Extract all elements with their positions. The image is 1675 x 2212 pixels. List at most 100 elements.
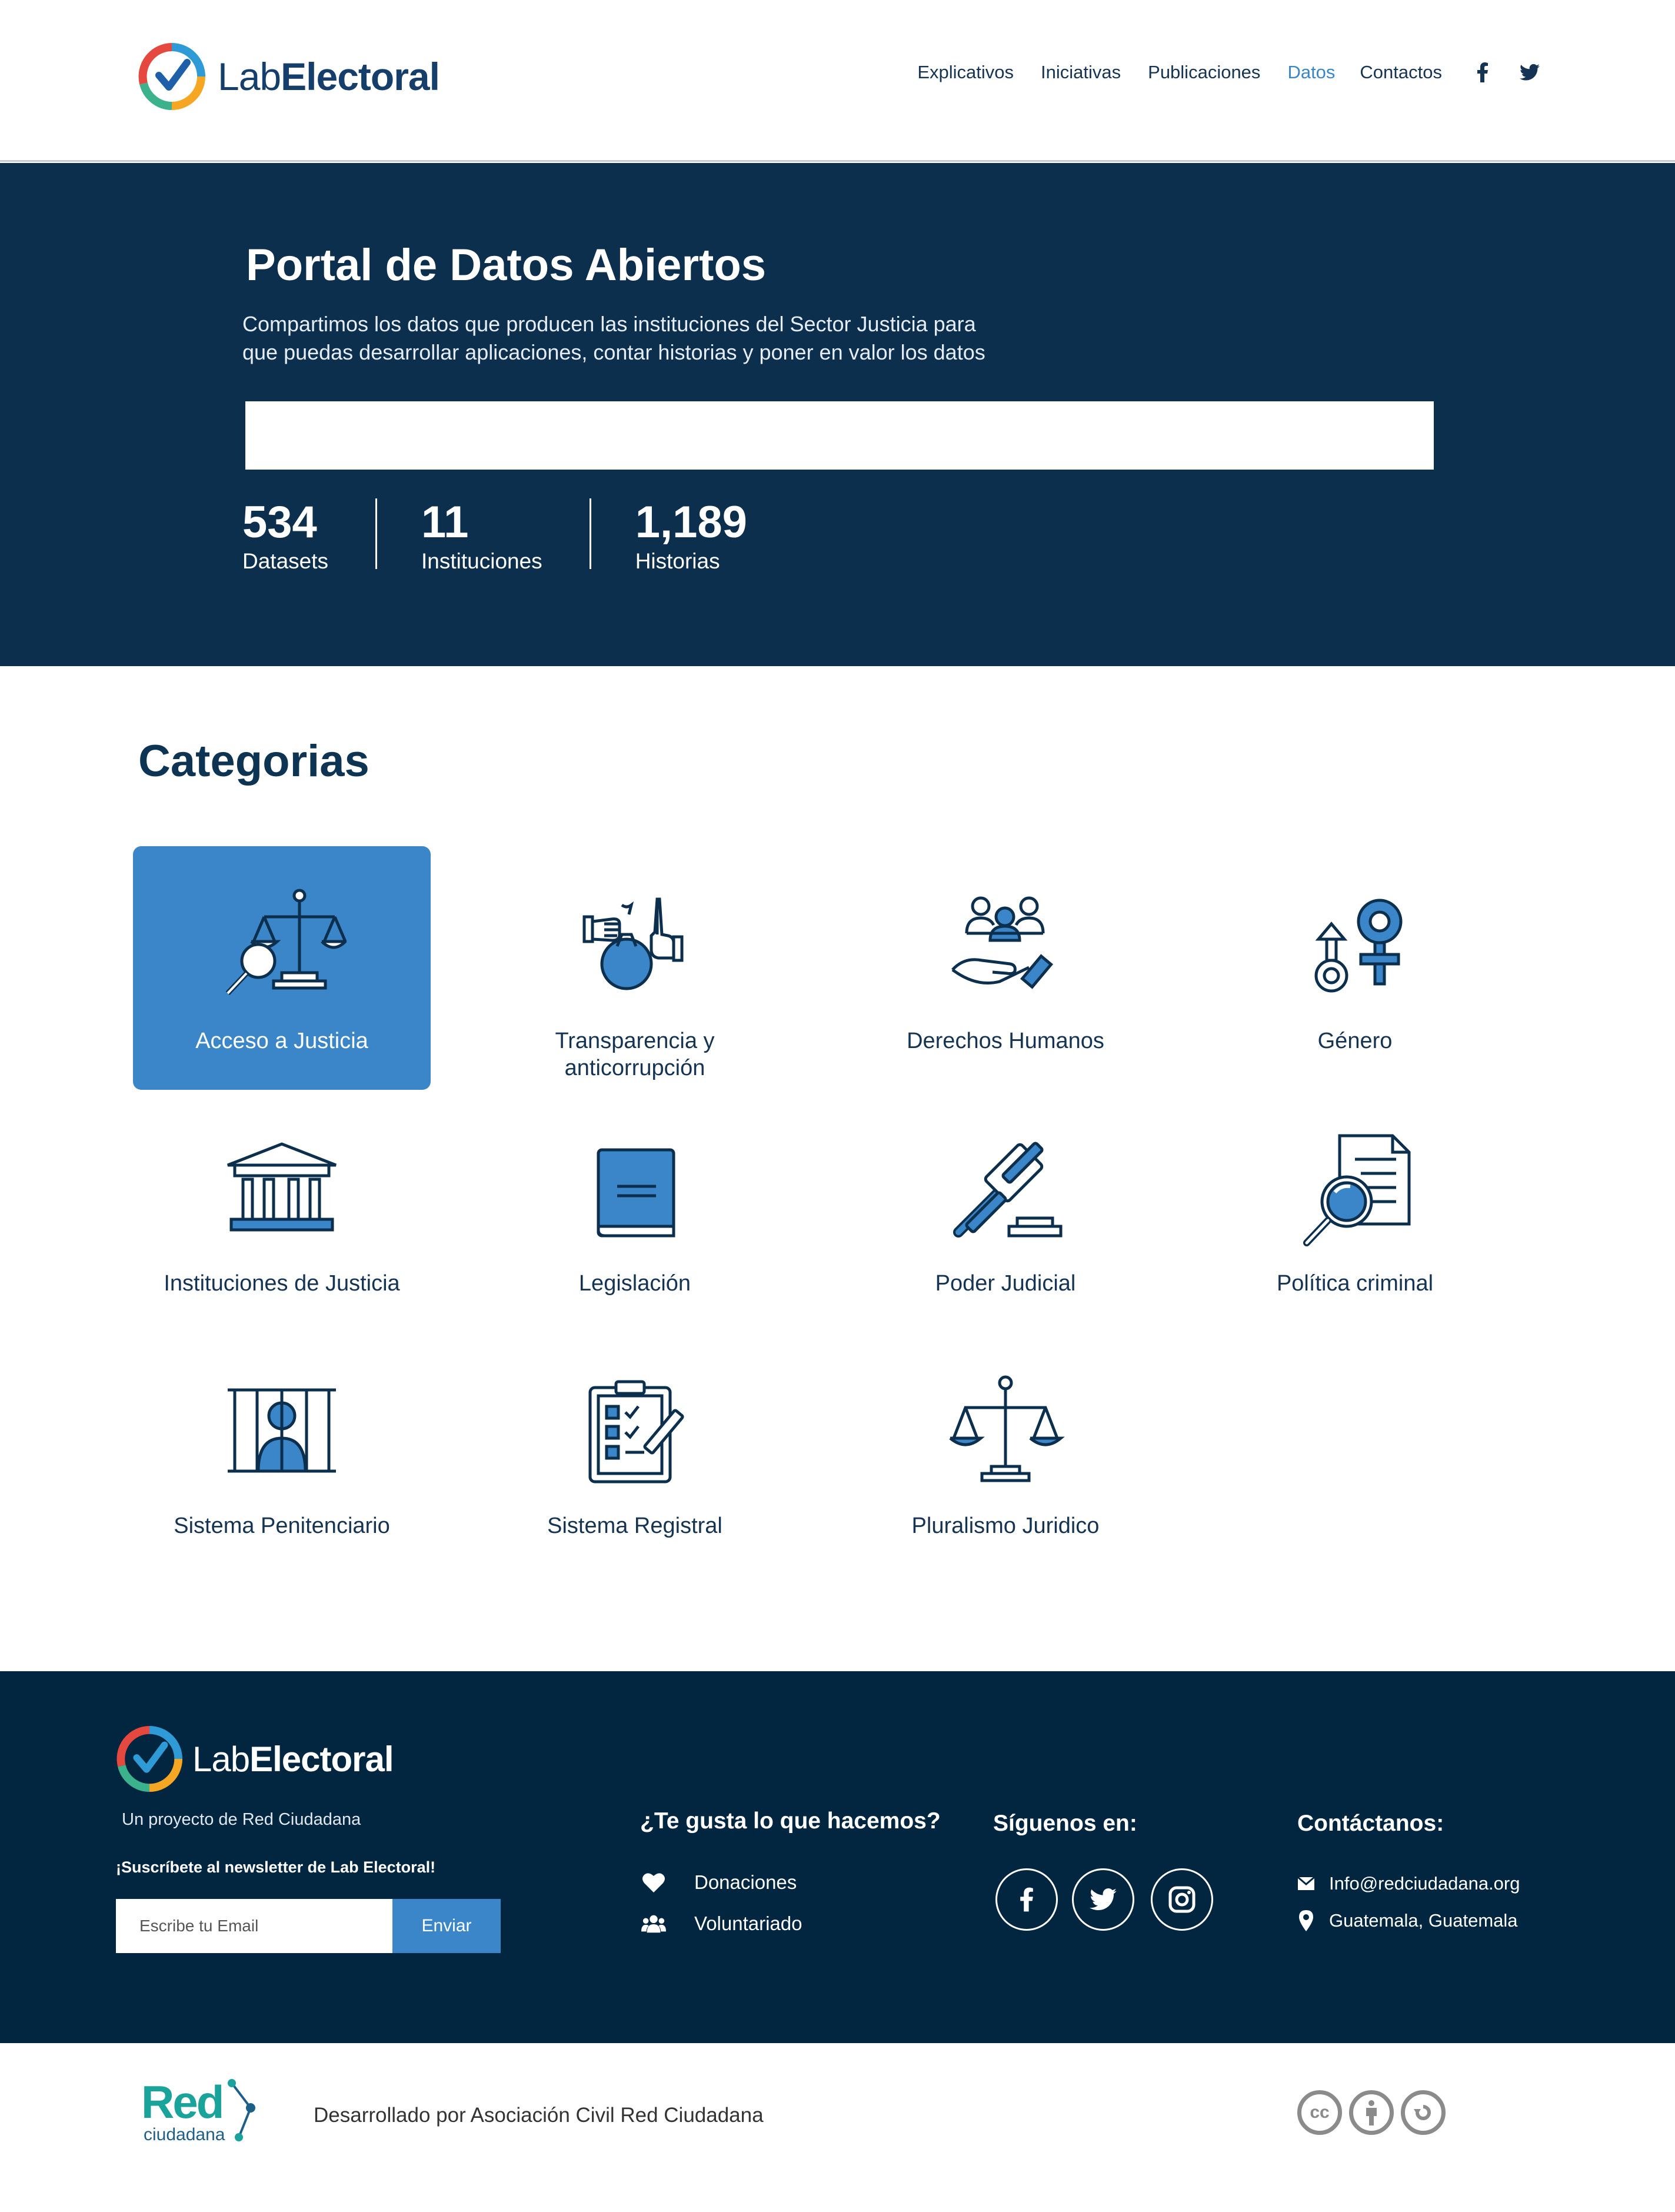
footer-facebook-icon[interactable] xyxy=(995,1868,1058,1931)
footer-logo-light: Lab xyxy=(192,1739,250,1779)
hero-description: Compartimos los datos que producen las i… xyxy=(242,310,1125,367)
categories-title: Categorias xyxy=(138,736,369,786)
prisoner-bars-icon xyxy=(228,1388,336,1473)
voluntariado-link[interactable]: Voluntariado xyxy=(641,1911,802,1936)
people-hand-icon xyxy=(951,896,1054,989)
site-footer: LabElectoral Un proyecto de Red Ciudadan… xyxy=(0,1671,1675,2043)
gavel-icon xyxy=(953,1142,1063,1238)
footer-logo-bold: Electoral xyxy=(249,1739,394,1779)
category-derechos-humanos[interactable]: Derechos Humanos xyxy=(857,846,1154,1090)
donaciones-link[interactable]: Donaciones xyxy=(641,1870,797,1895)
category-politica-criminal[interactable]: Política criminal xyxy=(1206,1089,1504,1332)
footer-logo[interactable]: LabElectoral xyxy=(115,1724,394,1794)
envelope-icon xyxy=(1297,1871,1315,1896)
logo-text-bold: Electoral xyxy=(281,55,440,98)
category-label: Acceso a Justicia xyxy=(195,1029,368,1053)
search-input[interactable] xyxy=(245,401,1434,470)
newsletter-email-input[interactable] xyxy=(116,1899,392,1953)
category-pluralismo-juridico[interactable]: Pluralismo Juridico xyxy=(857,1331,1154,1575)
category-legislacion[interactable]: Legislación xyxy=(486,1089,784,1332)
nav-contactos[interactable]: Contactos xyxy=(1360,62,1442,83)
category-label: Política criminal xyxy=(1276,1271,1434,1296)
location-pin-icon xyxy=(1297,1908,1315,1933)
page-title: Portal de Datos Abiertos xyxy=(246,240,767,290)
users-icon xyxy=(641,1911,666,1936)
lab-electoral-logo-icon xyxy=(116,1725,183,1792)
stat-value: 11 xyxy=(421,497,469,547)
stat-historias: 1,189 Historias xyxy=(635,497,794,574)
attribution-icon xyxy=(1349,2090,1394,2135)
category-label: Transparencia y anticorrupción xyxy=(555,1029,715,1080)
category-acceso-a-justicia[interactable]: Acceso a Justicia xyxy=(133,846,431,1090)
book-icon xyxy=(597,1148,675,1238)
bottom-bar: Red ciudadana Desarrollado por Asociació… xyxy=(0,2043,1675,2212)
stat-label: Instituciones xyxy=(421,549,542,573)
contact-location-text: Guatemala, Guatemala xyxy=(1329,1910,1518,1931)
category-sistema-registral[interactable]: Sistema Registral xyxy=(486,1331,784,1575)
red-logo-top: Red xyxy=(141,2076,224,2128)
newsletter-send-button[interactable]: Enviar xyxy=(392,1899,501,1953)
newsletter-label: ¡Suscríbete al newsletter de Lab Elector… xyxy=(116,1858,436,1876)
category-genero[interactable]: Género xyxy=(1206,846,1504,1090)
heart-icon xyxy=(641,1870,666,1895)
like-title: ¿Te gusta lo que hacemos? xyxy=(640,1808,941,1834)
category-label: Sistema Registral xyxy=(547,1514,722,1538)
nav-datos[interactable]: Datos xyxy=(1287,62,1335,83)
red-logo-bottom: ciudadana xyxy=(144,2125,225,2144)
category-label: Poder Judicial xyxy=(935,1271,1076,1296)
gender-symbols-icon xyxy=(1314,899,1403,993)
follow-title: Síguenos en: xyxy=(993,1811,1137,1836)
courthouse-icon xyxy=(227,1142,337,1232)
category-label: Pluralismo Juridico xyxy=(911,1514,1100,1538)
red-ciudadana-logo[interactable]: Red ciudadana xyxy=(141,2078,265,2149)
category-instituciones-de-justicia[interactable]: Instituciones de Justicia xyxy=(133,1089,431,1332)
main-nav: Explicativos Iniciativas Publicaciones D… xyxy=(890,62,1540,83)
contact-email-text: Info@redciudadana.org xyxy=(1329,1873,1520,1894)
contact-title: Contáctanos: xyxy=(1297,1811,1444,1836)
stat-label: Historias xyxy=(635,549,720,573)
category-label: Legislación xyxy=(578,1271,691,1296)
logo-text-light: Lab xyxy=(218,55,281,98)
facebook-icon[interactable] xyxy=(1473,62,1493,82)
stat-value: 1,189 xyxy=(635,497,747,547)
footer-instagram-icon[interactable] xyxy=(1151,1868,1213,1931)
network-nodes-icon xyxy=(228,2079,255,2141)
hero-section: Portal de Datos Abiertos Compartimos los… xyxy=(0,163,1675,666)
bribe-refuse-icon xyxy=(582,897,684,990)
stat-value: 534 xyxy=(242,497,317,547)
stat-label: Datasets xyxy=(242,549,329,573)
clipboard-checklist-icon xyxy=(588,1380,684,1483)
developed-by: Desarrollado por Asociación Civil Red Ci… xyxy=(314,2104,764,2127)
hero-description-line-1: Compartimos los datos que producen las i… xyxy=(242,312,976,336)
category-label: Sistema Penitenciario xyxy=(174,1514,390,1538)
donaciones-label: Donaciones xyxy=(694,1871,797,1893)
stat-instituciones: 11 Instituciones xyxy=(421,497,591,573)
scales-magnifier-icon xyxy=(225,889,347,996)
category-label: Género xyxy=(1317,1029,1393,1053)
site-header: LabElectoral Explicativos Iniciativas Pu… xyxy=(0,0,1675,162)
category-sistema-penitenciario[interactable]: Sistema Penitenciario xyxy=(133,1331,431,1575)
cc-icon: cc xyxy=(1297,2090,1342,2135)
sharealike-icon xyxy=(1401,2090,1446,2135)
hero-description-line-2: que puedas desarrollar aplicaciones, con… xyxy=(242,340,985,364)
category-label: Derechos Humanos xyxy=(907,1029,1104,1053)
scales-icon xyxy=(949,1375,1065,1482)
voluntariado-label: Voluntariado xyxy=(694,1912,802,1934)
nav-publicaciones[interactable]: Publicaciones xyxy=(1148,62,1260,83)
nav-iniciativas[interactable]: Iniciativas xyxy=(1041,62,1121,83)
footer-subtitle: Un proyecto de Red Ciudadana xyxy=(122,1810,361,1829)
nav-explicativos[interactable]: Explicativos xyxy=(917,62,1014,83)
category-label: Instituciones de Justicia xyxy=(164,1271,400,1296)
stats: 534 Datasets 11 Instituciones 1,189 Hist… xyxy=(242,497,838,574)
logo[interactable]: LabElectoral xyxy=(136,41,440,112)
category-poder-judicial[interactable]: Poder Judicial xyxy=(857,1089,1154,1332)
footer-twitter-icon[interactable] xyxy=(1072,1868,1134,1931)
stat-datasets: 534 Datasets xyxy=(242,497,378,573)
license-badges[interactable]: cc xyxy=(1297,2090,1453,2135)
contact-email[interactable]: Info@redciudadana.org xyxy=(1297,1871,1520,1896)
document-magnifier-icon xyxy=(1303,1134,1411,1246)
twitter-icon[interactable] xyxy=(1520,62,1540,82)
lab-electoral-logo-icon xyxy=(138,43,205,110)
contact-location: Guatemala, Guatemala xyxy=(1297,1908,1518,1933)
category-transparencia[interactable]: Transparencia y anticorrupción xyxy=(486,846,784,1090)
